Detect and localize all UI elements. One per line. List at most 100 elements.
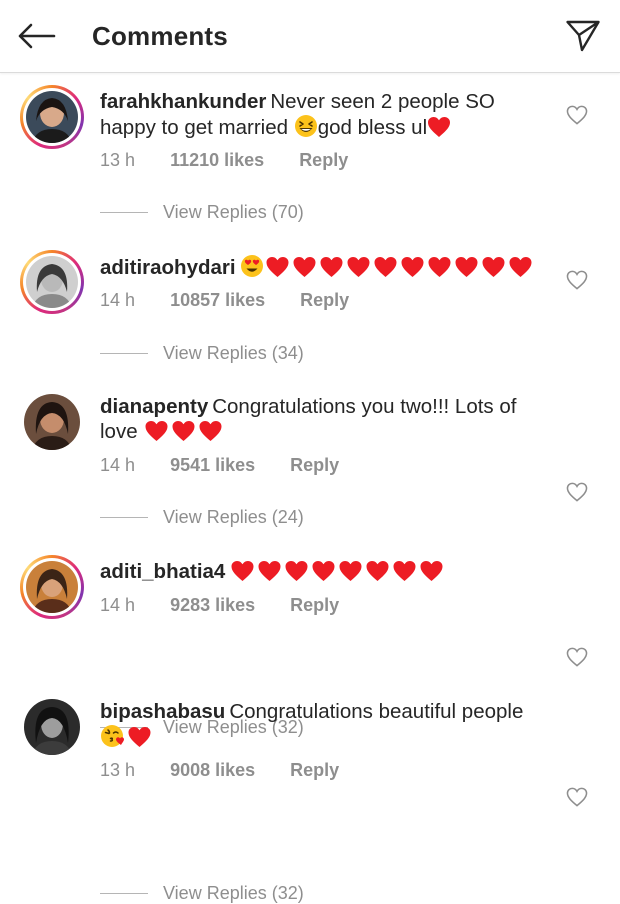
red-heart-emoji: [507, 256, 534, 284]
emoji-row: [143, 420, 224, 443]
comment-time: 14 h: [100, 455, 136, 475]
red-heart-emoji: [318, 256, 345, 284]
comment-username[interactable]: dianapenty: [100, 395, 208, 418]
comment-text: farahkhankunder Never seen 2 people SO ha…: [100, 89, 540, 144]
red-heart-emoji: [291, 256, 318, 284]
red-heart-emoji: [427, 116, 451, 144]
comment-text: bipashabasu Congratulations beautiful peo…: [100, 699, 540, 754]
heart-outline-icon: [566, 787, 588, 807]
back-button[interactable]: [14, 18, 58, 54]
view-replies-label: View Replies (34): [163, 343, 304, 363]
heart-outline-icon: [566, 482, 588, 502]
header-bar: Comments: [0, 0, 620, 73]
comment-likes[interactable]: 10857 likes: [170, 290, 265, 311]
red-heart-emoji: [337, 560, 364, 588]
heart-outline-icon: [566, 105, 588, 125]
like-button[interactable]: [566, 787, 590, 809]
reply-button[interactable]: Reply: [299, 150, 348, 171]
avatar-button[interactable]: [20, 390, 84, 454]
red-heart-emoji: [426, 256, 453, 284]
red-heart-emoji: [197, 420, 224, 448]
red-heart-emoji: [345, 256, 372, 284]
heart-outline-icon: [566, 647, 588, 667]
comment-username[interactable]: aditi_bhatia4: [100, 560, 225, 583]
red-heart-emoji: [170, 420, 197, 448]
red-heart-emoji: [418, 560, 445, 588]
comment-meta: 14 h 9283 likes Reply: [100, 595, 339, 616]
comment-text: dianapenty Congratulations you two!!! Lot…: [100, 394, 540, 448]
comment-item: farahkhankunder Never seen 2 people SO ha…: [0, 73, 620, 225]
red-heart-emoji: [264, 256, 291, 284]
emoji-row: [264, 256, 534, 279]
avatar-button[interactable]: [20, 555, 84, 619]
grinning-squinting-face-emoji: [294, 114, 318, 144]
comment-time: 13 h: [100, 760, 136, 780]
avatar: [24, 394, 80, 450]
red-heart-emoji: [143, 420, 170, 448]
share-button[interactable]: [560, 16, 606, 56]
comment-text: aditiraohydari: [100, 254, 540, 284]
view-replies-button[interactable]: View Replies (70): [100, 202, 304, 223]
like-button[interactable]: [566, 270, 590, 292]
like-button[interactable]: [566, 647, 590, 669]
view-replies-button[interactable]: View Replies (34): [100, 343, 304, 364]
red-heart-emoji: [364, 560, 391, 588]
red-heart-emoji: [453, 256, 480, 284]
view-replies-label: View Replies (24): [163, 507, 304, 527]
comment-item: aditiraohydari 14 h 10857 likes Reply Vi…: [0, 238, 620, 378]
divider-line: [100, 212, 148, 213]
comment-time: 14 h: [100, 290, 136, 310]
reply-button[interactable]: Reply: [300, 290, 349, 311]
comment-item: dianapenty Congratulations you two!!! Lot…: [0, 378, 620, 543]
divider-line: [100, 517, 148, 518]
arrow-left-icon: [18, 23, 56, 49]
avatar: [26, 91, 78, 143]
paper-plane-icon: [566, 20, 600, 52]
view-replies-label: View Replies (70): [163, 202, 304, 222]
red-heart-emoji: [310, 560, 337, 588]
avatar-button[interactable]: [20, 85, 84, 149]
comment-meta: 13 h 11210 likes Reply: [100, 150, 348, 171]
red-heart-emoji: [391, 560, 418, 588]
smiling-face-with-heart-eyes-emoji: [240, 254, 264, 284]
red-heart-emoji: [283, 560, 310, 588]
comment-text: aditi_bhatia4: [100, 559, 540, 588]
comment-likes[interactable]: 9283 likes: [170, 595, 255, 616]
comment-username[interactable]: bipashabasu: [100, 700, 225, 723]
reply-button[interactable]: Reply: [290, 760, 339, 781]
comment-likes[interactable]: 9008 likes: [170, 760, 255, 781]
red-heart-emoji: [126, 726, 153, 754]
heart-outline-icon: [566, 270, 588, 290]
comment-username[interactable]: farahkhankunder: [100, 90, 266, 113]
comment-meta: 13 h 9008 likes Reply: [100, 760, 339, 781]
comment-body-end: god bless ul: [317, 116, 428, 139]
red-heart-emoji: [399, 256, 426, 284]
view-replies-button[interactable]: View Replies (24): [100, 507, 304, 528]
comment-username[interactable]: aditiraohydari: [100, 256, 236, 279]
like-button[interactable]: [566, 482, 590, 504]
comment-meta: 14 h 10857 likes Reply: [100, 290, 349, 311]
red-heart-emoji: [480, 256, 507, 284]
avatar-button[interactable]: [20, 695, 84, 759]
comment-item: aditi_bhatia4 14 h 9283 likes Reply View…: [0, 543, 620, 737]
emoji-row: [229, 560, 445, 583]
comment-item: bipashabasu Congratulations beautiful peo…: [0, 683, 620, 903]
red-heart-emoji: [256, 560, 283, 588]
avatar-button[interactable]: [20, 250, 84, 314]
avatar: [26, 256, 78, 308]
emoji-row: [100, 725, 153, 749]
comment-meta: 14 h 9541 likes Reply: [100, 455, 339, 476]
comment-body: Congratulations beautiful people: [229, 700, 524, 723]
avatar: [24, 699, 80, 755]
comment-likes[interactable]: 11210 likes: [170, 150, 264, 171]
like-button[interactable]: [566, 105, 590, 127]
avatar: [26, 561, 78, 613]
reply-button[interactable]: Reply: [290, 455, 339, 476]
view-replies-button[interactable]: View Replies (32): [100, 883, 304, 904]
reply-button[interactable]: Reply: [290, 595, 339, 616]
comment-likes[interactable]: 9541 likes: [170, 455, 255, 476]
comment-time: 13 h: [100, 150, 136, 170]
divider-line: [100, 353, 148, 354]
page-title: Comments: [92, 21, 228, 51]
divider-line: [100, 893, 148, 894]
